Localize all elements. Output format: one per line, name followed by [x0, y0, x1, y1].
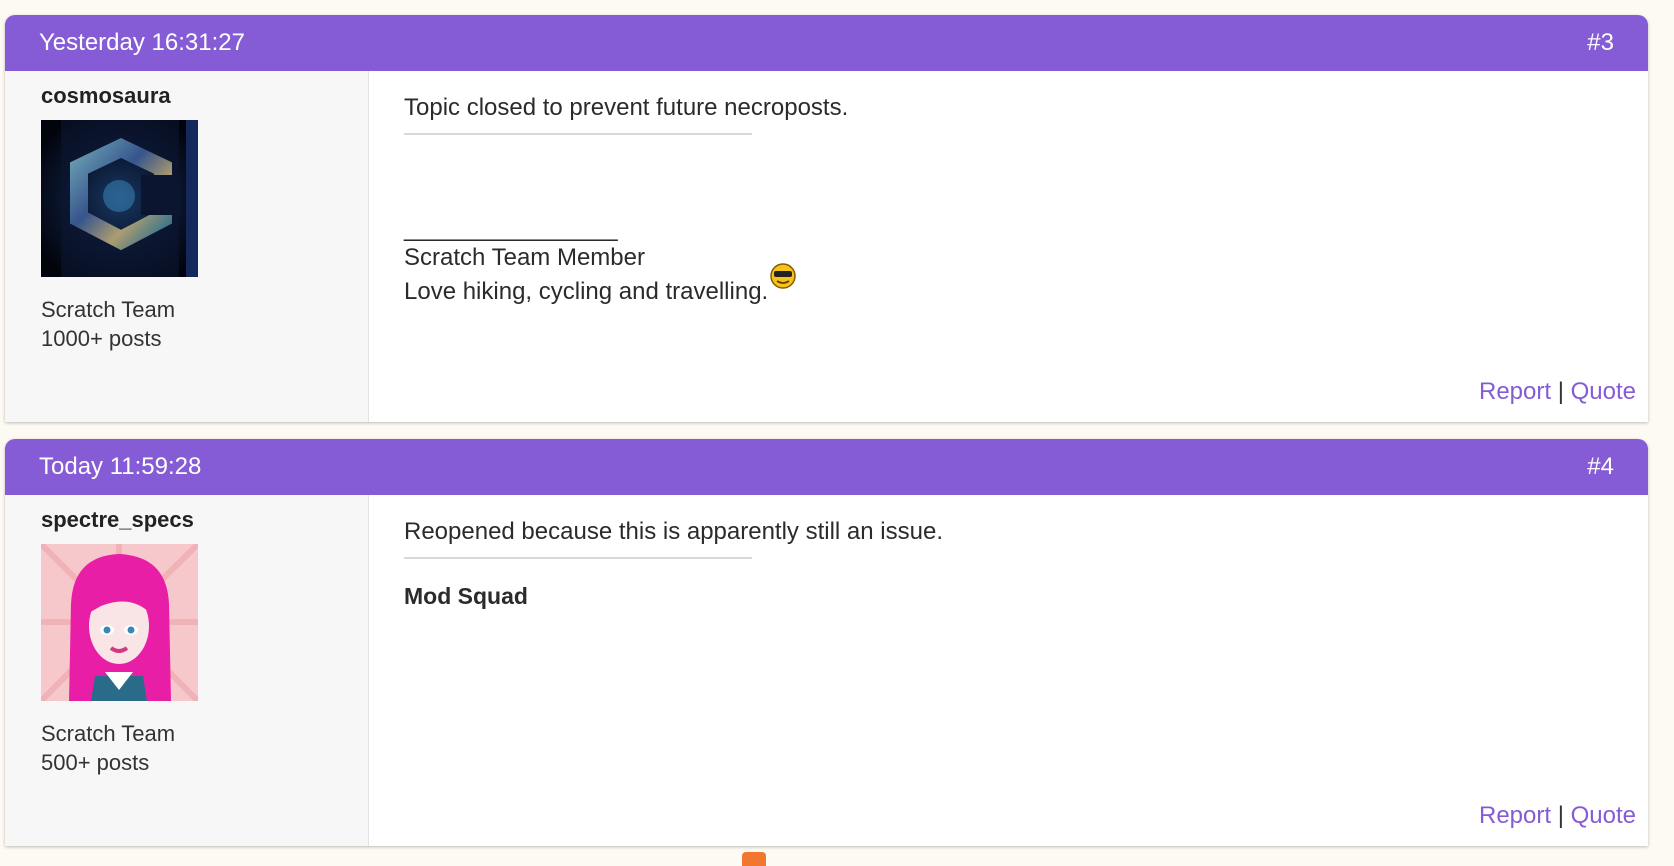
- signature-title: Scratch Team Member: [404, 244, 645, 271]
- avatar-image: [41, 120, 198, 277]
- quote-link[interactable]: Quote: [1571, 802, 1636, 829]
- post-number[interactable]: #4: [1587, 453, 1614, 481]
- post-username[interactable]: cosmosaura: [41, 83, 171, 109]
- signature-divider: [404, 133, 752, 135]
- signature-underline: ________________: [404, 215, 618, 242]
- report-link[interactable]: Report: [1479, 802, 1551, 829]
- post-user-count: 500+ posts: [41, 750, 150, 775]
- action-separator: |: [1557, 378, 1564, 405]
- post-author-panel: cosmosaura Scratch Team 1000+ posts: [5, 71, 369, 422]
- forum-post: Today 11:59:28 #4 spectre_specs Scratch …: [5, 439, 1648, 846]
- rss-feed-icon[interactable]: [742, 852, 766, 866]
- post-username[interactable]: spectre_specs: [41, 507, 194, 533]
- signature-text-row: Love hiking, cycling and travelling.: [404, 263, 1628, 309]
- post-actions: Report | Quote: [1479, 378, 1636, 406]
- avatar-image: [41, 544, 198, 701]
- post-header: Today 11:59:28 #4: [5, 439, 1648, 495]
- post-message: Topic closed to prevent future necropost…: [404, 94, 849, 121]
- quote-link[interactable]: Quote: [1571, 378, 1636, 405]
- post-header: Yesterday 16:31:27 #3: [5, 15, 1648, 71]
- post-user-rank: Scratch Team: [41, 297, 176, 322]
- post-message: Reopened because this is apparently stil…: [404, 518, 943, 545]
- post-content: Topic closed to prevent future necropost…: [404, 91, 1628, 309]
- signature-divider: [404, 557, 752, 559]
- report-link[interactable]: Report: [1479, 378, 1551, 405]
- post-user-rank: Scratch Team: [41, 721, 176, 746]
- forum-post: Yesterday 16:31:27 #3 cosmosaura Scratch…: [5, 15, 1648, 422]
- signature-text: Love hiking, cycling and travelling.: [404, 278, 769, 305]
- action-separator: |: [1557, 802, 1564, 829]
- avatar[interactable]: [41, 544, 198, 701]
- cool-smiley-icon: [770, 263, 796, 299]
- post-user-count: 1000+ posts: [41, 326, 162, 351]
- post-timestamp[interactable]: Today 11:59:28: [39, 453, 201, 481]
- post-content: Reopened because this is apparently stil…: [404, 515, 1628, 610]
- post-number[interactable]: #3: [1587, 29, 1614, 57]
- post-actions: Report | Quote: [1479, 802, 1636, 830]
- signature-title: Mod Squad: [404, 583, 528, 609]
- post-author-panel: spectre_specs Scratch Team 500+ posts: [5, 495, 369, 846]
- avatar[interactable]: [41, 120, 198, 277]
- post-timestamp[interactable]: Yesterday 16:31:27: [39, 29, 245, 57]
